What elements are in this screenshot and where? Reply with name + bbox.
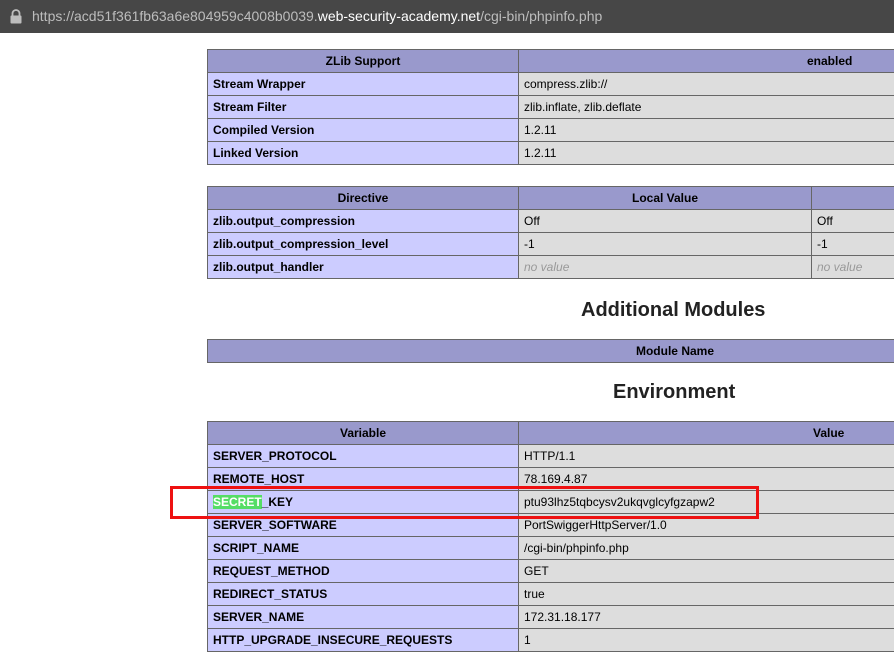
row-label: SERVER_PROTOCOL bbox=[207, 444, 519, 468]
highlight-annotation-box bbox=[170, 486, 759, 519]
local-value: no value bbox=[518, 255, 812, 279]
zlib-directives-table: Directive Local Value zlib.output_compre… bbox=[207, 186, 894, 279]
table-row: SERVER_NAME 172.31.18.177 bbox=[207, 605, 894, 629]
module-name-header: Module Name bbox=[635, 344, 714, 358]
row-label: Compiled Version bbox=[207, 118, 519, 142]
header-cell: Local Value bbox=[518, 186, 812, 210]
additional-modules-table: Module Name bbox=[207, 339, 894, 363]
row-value: 172.31.18.177 bbox=[518, 605, 894, 629]
row-label: SCRIPT_NAME bbox=[207, 536, 519, 560]
local-value: Off bbox=[518, 209, 812, 233]
row-label: REQUEST_METHOD bbox=[207, 559, 519, 583]
header-cell: Variable bbox=[207, 421, 519, 445]
header-cell: Directive bbox=[207, 186, 519, 210]
row-value: zlib.inflate, zlib.deflate bbox=[518, 95, 894, 119]
row-label: Stream Filter bbox=[207, 95, 519, 119]
master-value: Off bbox=[811, 209, 894, 233]
header-cell: ZLib Support bbox=[207, 49, 519, 73]
table-header-row: ZLib Support enabled bbox=[207, 49, 894, 73]
row-label: zlib.output_compression bbox=[207, 209, 519, 233]
table-row: HTTP_UPGRADE_INSECURE_REQUESTS 1 bbox=[207, 628, 894, 652]
table-row: Stream Filter zlib.inflate, zlib.deflate bbox=[207, 95, 894, 119]
table-header-row: Module Name bbox=[207, 339, 894, 363]
row-value: /cgi-bin/phpinfo.php bbox=[518, 536, 894, 560]
row-value: 1.2.11 bbox=[518, 141, 894, 165]
row-value: 1.2.11 bbox=[518, 118, 894, 142]
table-row: SERVER_PROTOCOL HTTP/1.1 bbox=[207, 444, 894, 468]
header-cell: Value bbox=[518, 421, 894, 445]
table-row: REQUEST_METHOD GET bbox=[207, 559, 894, 583]
row-label: SERVER_NAME bbox=[207, 605, 519, 629]
row-label: REDIRECT_STATUS bbox=[207, 582, 519, 606]
lock-icon bbox=[10, 9, 22, 24]
row-value: 1 bbox=[518, 628, 894, 652]
row-label: Linked Version bbox=[207, 141, 519, 165]
url-host: web-security-academy.net bbox=[317, 8, 481, 24]
table-row: REDIRECT_STATUS true bbox=[207, 582, 894, 606]
table-row: zlib.output_handler no value no value bbox=[207, 255, 894, 279]
environment-table: Variable Value SERVER_PROTOCOL HTTP/1.1 R… bbox=[207, 421, 894, 652]
row-label: zlib.output_handler bbox=[207, 255, 519, 279]
table-row: zlib.output_compression Off Off bbox=[207, 209, 894, 233]
row-label: zlib.output_compression_level bbox=[207, 232, 519, 256]
table-row: Linked Version 1.2.11 bbox=[207, 141, 894, 165]
master-value: -1 bbox=[811, 232, 894, 256]
url-prefix: https://acd51f361fb63a6e804959c4008b0039… bbox=[32, 8, 318, 24]
table-row: Compiled Version 1.2.11 bbox=[207, 118, 894, 142]
table-row: SCRIPT_NAME/cgi-bin/phpinfo.php bbox=[207, 536, 894, 560]
table-row: zlib.output_compression_level -1 -1 bbox=[207, 232, 894, 256]
no-value-text: no value bbox=[524, 260, 570, 274]
row-value: GET bbox=[518, 559, 894, 583]
address-bar[interactable]: https://acd51f361fb63a6e804959c4008b0039… bbox=[0, 0, 894, 33]
local-value: -1 bbox=[518, 232, 812, 256]
header-cell: Module Name bbox=[207, 339, 894, 363]
row-value: true bbox=[518, 582, 894, 606]
table-header-row: Directive Local Value bbox=[207, 186, 894, 210]
master-value: no value bbox=[811, 255, 894, 279]
header-cell: enabled bbox=[518, 49, 894, 73]
additional-modules-title: Additional Modules bbox=[581, 299, 766, 321]
environment-title: Environment bbox=[613, 381, 736, 403]
row-label: Stream Wrapper bbox=[207, 72, 519, 96]
table-row: Stream Wrapper compress.zlib:// bbox=[207, 72, 894, 96]
url-text[interactable]: https://acd51f361fb63a6e804959c4008b0039… bbox=[32, 0, 602, 33]
row-value: compress.zlib:// bbox=[518, 72, 894, 96]
row-label: HTTP_UPGRADE_INSECURE_REQUESTS bbox=[207, 628, 519, 652]
header-cell bbox=[811, 186, 894, 210]
table-header-row: Variable Value bbox=[207, 421, 894, 445]
url-path: /cgi-bin/phpinfo.php bbox=[480, 8, 603, 24]
row-value: HTTP/1.1 bbox=[518, 444, 894, 468]
no-value-text: no value bbox=[817, 260, 863, 274]
zlib-support-table: ZLib Support enabled Stream Wrapper compr… bbox=[207, 49, 894, 165]
